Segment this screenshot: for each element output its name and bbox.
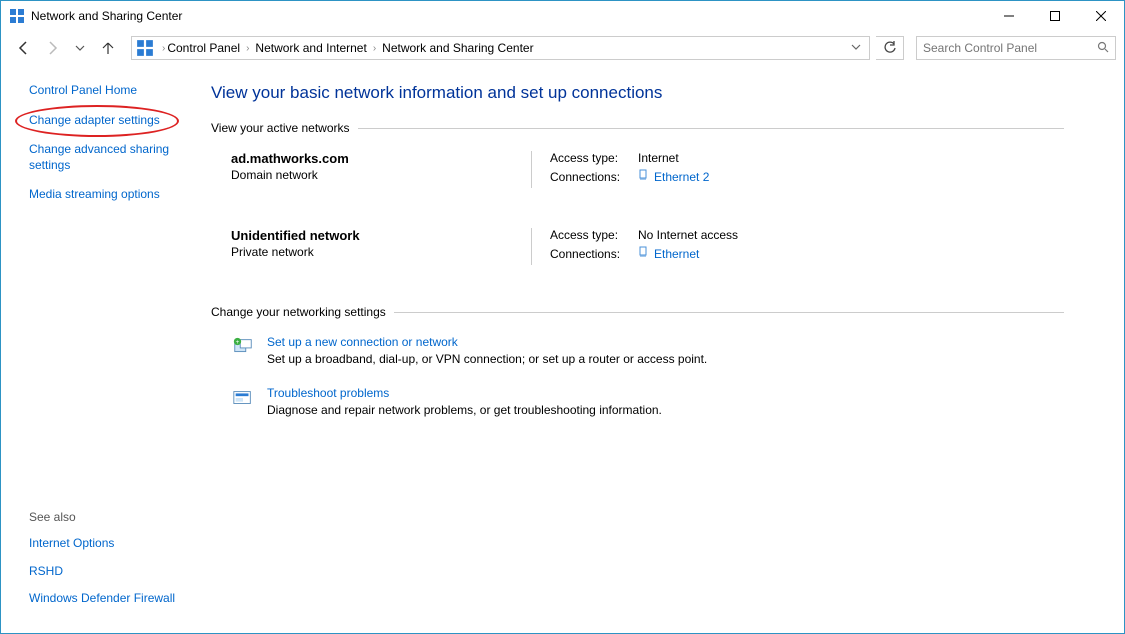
recent-locations-button[interactable] [69,37,91,59]
change-settings-header: Change your networking settings [211,305,1064,319]
search-box[interactable] [916,36,1116,60]
title-bar: Network and Sharing Center [1,1,1124,31]
chevron-right-icon[interactable]: › [160,43,167,54]
network-type: Private network [231,245,531,259]
breadcrumb-control-panel[interactable]: Control Panel [167,41,240,55]
troubleshoot-item[interactable]: Troubleshoot problems Diagnose and repai… [231,386,1064,417]
page-heading: View your basic network information and … [211,83,1064,103]
access-type-value: Internet [638,151,679,165]
connections-label: Connections: [550,170,638,184]
setup-connection-item[interactable]: + Set up a new connection or network Set… [231,335,1064,366]
sidebar-control-panel-home[interactable]: Control Panel Home [29,83,137,97]
svg-text:+: + [236,339,240,346]
see-also-rshd[interactable]: RSHD [29,564,63,578]
sidebar-change-advanced-sharing[interactable]: Change advanced sharing settings [29,142,169,172]
window-controls [986,1,1124,31]
troubleshoot-icon [231,386,255,410]
network-block: Unidentified network Private network Acc… [231,228,1064,265]
access-type-value: No Internet access [638,228,738,242]
see-also-internet-options[interactable]: Internet Options [29,536,114,550]
troubleshoot-title: Troubleshoot problems [267,386,662,400]
search-input[interactable] [923,41,1097,55]
chevron-right-icon[interactable]: › [244,43,251,54]
sidebar: Control Panel Home Change adapter settin… [1,65,211,633]
network-center-icon [136,39,154,57]
main-panel: View your basic network information and … [211,65,1124,633]
forward-button[interactable] [41,37,63,59]
ethernet-icon [638,246,650,261]
window-title: Network and Sharing Center [31,9,182,23]
connection-link[interactable]: Ethernet [654,247,699,261]
ethernet-icon [638,169,650,184]
toolbar: › Control Panel › Network and Internet ›… [1,31,1124,65]
setup-connection-desc: Set up a broadband, dial-up, or VPN conn… [267,352,707,366]
setup-connection-icon: + [231,335,255,359]
network-name: ad.mathworks.com [231,151,531,166]
chevron-right-icon[interactable]: › [371,43,378,54]
network-type: Domain network [231,168,531,182]
search-icon[interactable] [1097,41,1109,56]
see-also-header: See also [29,510,191,524]
network-block: ad.mathworks.com Domain network Access t… [231,151,1064,188]
up-button[interactable] [97,37,119,59]
active-networks-header: View your active networks [211,121,1064,135]
sidebar-change-adapter-settings[interactable]: Change adapter settings [29,113,160,127]
breadcrumb-network-internet[interactable]: Network and Internet [255,41,366,55]
close-button[interactable] [1078,1,1124,31]
network-name: Unidentified network [231,228,531,243]
setup-connection-title: Set up a new connection or network [267,335,707,349]
network-center-icon [9,8,25,24]
minimize-button[interactable] [986,1,1032,31]
address-bar[interactable]: › Control Panel › Network and Internet ›… [131,36,870,60]
troubleshoot-desc: Diagnose and repair network problems, or… [267,403,662,417]
see-also-windows-defender-firewall[interactable]: Windows Defender Firewall [29,591,175,605]
see-also-section: See also Internet Options RSHD Windows D… [29,510,191,619]
breadcrumb-network-sharing-center[interactable]: Network and Sharing Center [382,41,533,55]
address-dropdown-button[interactable] [847,41,865,55]
connection-link[interactable]: Ethernet 2 [654,170,709,184]
refresh-button[interactable] [876,36,904,60]
maximize-button[interactable] [1032,1,1078,31]
connections-label: Connections: [550,247,638,261]
sidebar-media-streaming[interactable]: Media streaming options [29,187,160,201]
back-button[interactable] [13,37,35,59]
access-type-label: Access type: [550,151,638,165]
access-type-label: Access type: [550,228,638,242]
